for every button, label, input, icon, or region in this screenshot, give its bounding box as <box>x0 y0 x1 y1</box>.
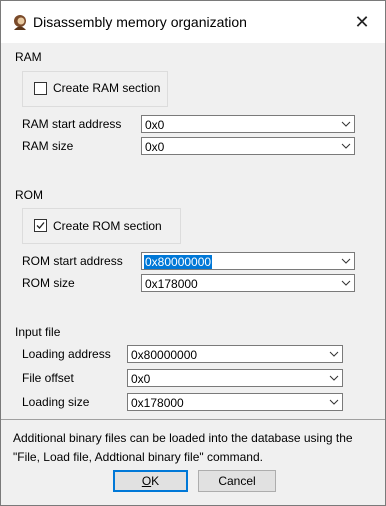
input-file-group-label: Input file <box>15 325 61 339</box>
loading-size-value: 0x178000 <box>131 396 184 410</box>
ram-size-label: RAM size <box>22 139 74 153</box>
create-ram-label: Create RAM section <box>53 81 161 95</box>
ram-group-label: RAM <box>15 50 42 64</box>
checkmark-icon <box>36 222 45 229</box>
create-ram-checkbox[interactable] <box>34 82 47 95</box>
separator-line <box>1 419 385 420</box>
rom-size-combo[interactable]: 0x178000 <box>141 274 355 292</box>
cancel-button-label: Cancel <box>218 474 256 488</box>
chevron-down-icon <box>329 351 339 357</box>
ram-start-value: 0x0 <box>145 118 165 132</box>
app-icon <box>11 13 29 31</box>
file-offset-label: File offset <box>22 371 74 385</box>
rom-size-value: 0x178000 <box>145 277 198 291</box>
window-title: Disassembly memory organization <box>33 14 247 30</box>
ram-start-label: RAM start address <box>22 117 122 131</box>
ram-size-combo[interactable]: 0x0 <box>141 137 355 155</box>
loading-address-label: Loading address <box>22 347 111 361</box>
ram-size-value: 0x0 <box>145 140 165 154</box>
rom-start-combo[interactable]: 0x80000000 <box>141 252 355 270</box>
chevron-down-icon <box>329 399 339 405</box>
rom-group-label: ROM <box>15 188 43 202</box>
ok-button-accel: O <box>141 474 152 488</box>
file-offset-combo[interactable]: 0x0 <box>127 369 343 387</box>
chevron-down-icon <box>341 143 351 149</box>
rom-start-value: 0x80000000 <box>144 255 213 269</box>
info-note-line-1: Additional binary files can be loaded in… <box>13 431 353 445</box>
chevron-down-icon <box>341 280 351 286</box>
info-note-line-2: "File, Load file, Addtional binary file"… <box>13 450 263 464</box>
loading-size-combo[interactable]: 0x178000 <box>127 393 343 411</box>
title-bar: Disassembly memory organization ✕ <box>1 1 385 43</box>
rom-size-label: ROM size <box>22 276 75 290</box>
file-offset-value: 0x0 <box>131 372 151 386</box>
ok-button[interactable]: OK <box>113 470 188 492</box>
close-icon: ✕ <box>354 11 370 32</box>
close-button[interactable]: ✕ <box>339 1 385 43</box>
ok-button-label: K <box>151 474 160 488</box>
loading-address-value: 0x80000000 <box>131 348 198 362</box>
cancel-button[interactable]: Cancel <box>198 470 276 492</box>
chevron-down-icon <box>341 258 351 264</box>
chevron-down-icon <box>341 121 351 127</box>
chevron-down-icon <box>329 375 339 381</box>
loading-size-label: Loading size <box>22 395 90 409</box>
dialog-window: Disassembly memory organization ✕ RAM Cr… <box>0 0 386 506</box>
rom-start-label: ROM start address <box>22 254 123 268</box>
create-rom-checkbox[interactable] <box>34 219 47 232</box>
create-rom-label: Create ROM section <box>53 219 162 233</box>
loading-address-combo[interactable]: 0x80000000 <box>127 345 343 363</box>
ram-start-combo[interactable]: 0x0 <box>141 115 355 133</box>
